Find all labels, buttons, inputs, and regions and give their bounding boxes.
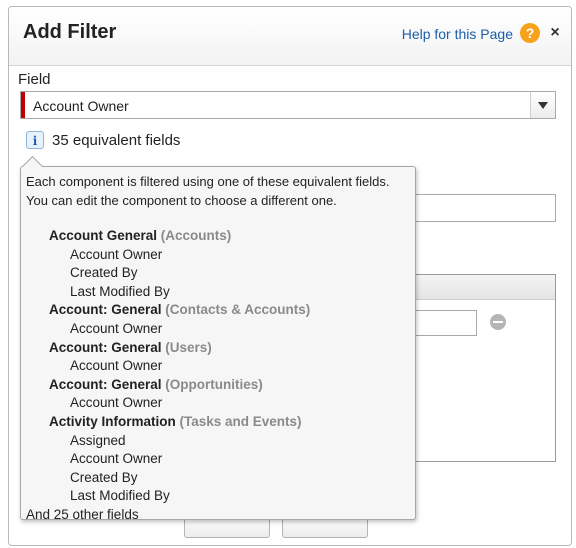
group-name: Account: General	[49, 376, 162, 392]
remove-icon[interactable]	[490, 314, 506, 330]
group-row: Account: General (Contacts & Accounts)	[49, 302, 310, 317]
equivalent-fields-count: 35 equivalent fields	[52, 132, 181, 149]
info-icon[interactable]: i	[26, 131, 44, 149]
chevron-down-icon[interactable]	[530, 92, 555, 118]
help-icon[interactable]: ?	[520, 23, 540, 43]
group-row: Activity Information (Tasks and Events)	[49, 414, 302, 429]
field-item: Account Owner	[70, 451, 163, 467]
tooltip-description: Each component is filtered using one of …	[26, 174, 390, 208]
dialog-title: Add Filter	[23, 21, 117, 43]
field-item: Account Owner	[70, 321, 163, 336]
group-object: (Opportunities)	[161, 376, 263, 392]
field-item: Last Modified By	[70, 283, 170, 299]
field-label: Field	[18, 71, 51, 88]
group-object: (Users)	[161, 339, 212, 355]
field-select-value: Account Owner	[33, 98, 129, 114]
field-item: Account Owner	[70, 246, 163, 262]
group-name: Account: General	[49, 339, 162, 355]
group-name: Activity Information	[49, 414, 176, 429]
group-row: Account: General (Opportunities)	[49, 377, 263, 392]
field-item: Assigned	[70, 432, 126, 448]
group-object: (Contacts & Accounts)	[161, 302, 311, 318]
required-indicator	[21, 92, 25, 118]
group-name: Account: General	[49, 302, 162, 318]
help-link[interactable]: Help for this Page	[402, 26, 513, 42]
group-row: Account General (Accounts)	[49, 228, 231, 243]
group-object: (Tasks and Events)	[175, 414, 302, 429]
group-row: Account: General (Users)	[49, 340, 212, 355]
other-fields-footer: And 25 other fields	[26, 507, 139, 522]
close-icon[interactable]: ×	[547, 25, 563, 41]
field-item: Account Owner	[70, 395, 163, 411]
dialog-header: Add Filter Help for this Page ? ×	[9, 7, 571, 66]
group-name: Account General	[49, 228, 158, 243]
field-item: Last Modified By	[70, 488, 170, 504]
field-item: Created By	[70, 265, 138, 281]
filter-value-input[interactable]	[415, 310, 477, 336]
equivalent-fields-tooltip: Each component is filtered using one of …	[20, 155, 416, 522]
field-item: Created By	[70, 469, 138, 485]
field-select[interactable]: Account Owner	[20, 91, 556, 119]
group-object: (Accounts)	[157, 228, 232, 243]
field-item: Account Owner	[70, 358, 163, 374]
